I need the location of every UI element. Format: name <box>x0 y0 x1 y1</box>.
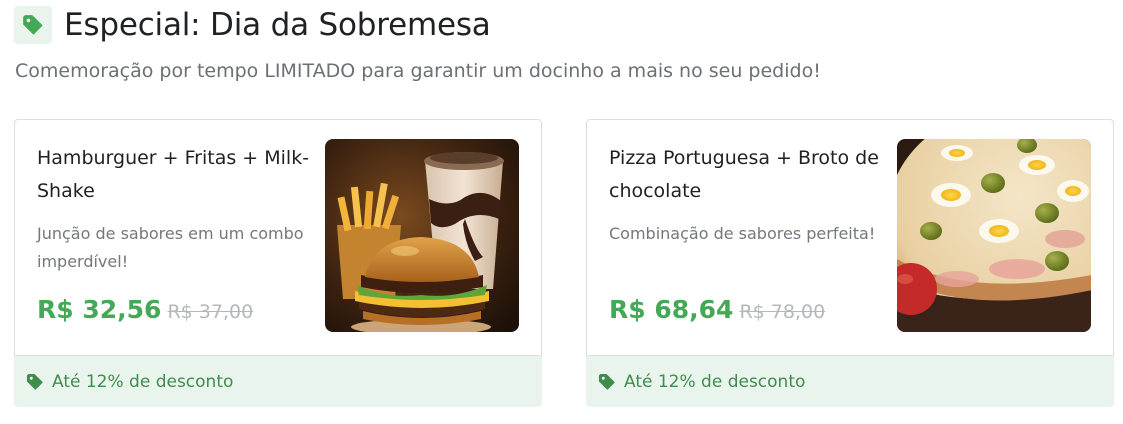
product-image[interactable] <box>897 139 1091 332</box>
tag-icon <box>14 6 52 44</box>
discount-footer: Até 12% de desconto <box>586 356 1114 407</box>
section-title: Especial: Dia da Sobremesa <box>64 7 491 43</box>
product-old-price: R$ 37,00 <box>167 301 254 323</box>
product-title: Hamburguer + Fritas + Milk-Shake <box>37 147 310 202</box>
product-image[interactable] <box>325 139 519 332</box>
price-row: R$ 32,56 R$ 37,00 <box>37 295 253 324</box>
product-card[interactable]: Pizza Portuguesa + Broto de chocolate Co… <box>586 119 1114 407</box>
product-description: Combinação de sabores perfeita! <box>609 224 876 243</box>
tag-icon <box>26 373 43 390</box>
discount-label: Até 12% de desconto <box>52 371 234 392</box>
product-price: R$ 32,56 <box>37 295 162 324</box>
product-price: R$ 68,64 <box>609 295 734 324</box>
product-description: Junção de sabores em um combo imperdível… <box>37 224 304 271</box>
card-body[interactable]: Pizza Portuguesa + Broto de chocolate Co… <box>586 119 1114 356</box>
discount-footer: Até 12% de desconto <box>14 356 542 407</box>
product-card[interactable]: Hamburguer + Fritas + Milk-Shake Junção … <box>14 119 542 407</box>
section-subtitle: Comemoração por tempo LIMITADO para gara… <box>15 60 821 82</box>
product-old-price: R$ 78,00 <box>739 301 826 323</box>
discount-label: Até 12% de desconto <box>624 371 806 392</box>
tag-icon <box>598 373 615 390</box>
section-header: Especial: Dia da Sobremesa <box>14 6 491 44</box>
card-body[interactable]: Hamburguer + Fritas + Milk-Shake Junção … <box>14 119 542 356</box>
product-title: Pizza Portuguesa + Broto de chocolate <box>609 147 879 202</box>
price-row: R$ 68,64 R$ 78,00 <box>609 295 825 324</box>
